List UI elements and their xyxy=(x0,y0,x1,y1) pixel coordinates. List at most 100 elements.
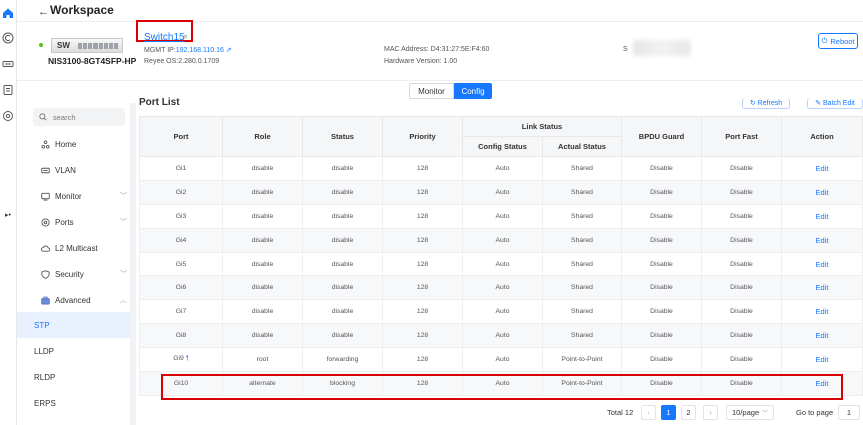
sidebar-item-lldp[interactable]: LLDP xyxy=(17,338,130,364)
tab-config[interactable]: Config xyxy=(454,83,492,99)
cell-status: disable xyxy=(302,275,383,301)
next-page-icon[interactable]: › xyxy=(703,405,718,420)
tab-monitor[interactable]: Monitor xyxy=(409,83,454,99)
mac-address: MAC Address: D4:31:27:5E:F4:60 xyxy=(384,46,490,53)
table-row: Gi5 disable disable 128 Auto Shared Disable Dis… xyxy=(139,251,863,277)
sidebar-item-monitor[interactable]: Monitor ﹀ xyxy=(41,189,127,203)
cell-port-fast: Disable xyxy=(701,203,782,229)
edit-name-icon[interactable]: ⇗ xyxy=(181,33,188,42)
goto-label: Go to page xyxy=(796,408,834,417)
mgmt-ip: MGMT IP:192.168.110.16 ⇗ xyxy=(144,47,232,54)
sidebar-item-ports[interactable]: Ports ﹀ xyxy=(41,215,127,229)
device-name-link[interactable]: Switch15 xyxy=(144,32,185,43)
refresh-button[interactable]: ↻ Refresh xyxy=(742,98,790,109)
search-icon xyxy=(39,113,47,121)
cell-config-status: Auto xyxy=(462,347,543,373)
sidebar-item-l2-multicast[interactable]: L2 Multicast xyxy=(41,241,127,255)
chevron-down-icon: ﹀ xyxy=(761,411,768,417)
cell-bpdu-guard: Disable xyxy=(621,371,702,396)
os-version: Reyee OS:2.280.0.1709 xyxy=(144,58,220,65)
hardware-version: Hardware Version: 1.00 xyxy=(384,58,458,65)
cell-port: Gi8 xyxy=(139,323,223,349)
cell-status: disable xyxy=(302,203,383,229)
page-2-button[interactable]: 2 xyxy=(681,405,696,420)
edit-link[interactable]: Edit xyxy=(781,323,863,349)
device-badge: SW xyxy=(57,41,70,50)
sidebar-item-rldp[interactable]: RLDP xyxy=(17,364,130,390)
refresh-icon: ↻ xyxy=(749,100,758,107)
chevron-up-icon: ︿ xyxy=(120,297,127,304)
sidebar-item-home[interactable]: Home xyxy=(41,137,127,151)
cell-actual-status: Shared xyxy=(542,299,622,325)
cell-role: disable xyxy=(222,251,303,277)
edit-link[interactable]: Edit xyxy=(781,299,863,325)
cell-bpdu-guard: Disable xyxy=(621,156,702,181)
cell-actual-status: Shared xyxy=(542,179,622,205)
cell-priority: 128 xyxy=(382,323,463,349)
batch-edit-button[interactable]: ✎ Batch Edit xyxy=(807,98,863,109)
cell-port: Gi4 xyxy=(139,227,223,253)
device-rail-icon[interactable] xyxy=(1,57,15,71)
cell-bpdu-guard: Disable xyxy=(621,323,702,349)
port-table: Port Role Status Priority Link Status BP… xyxy=(139,116,863,396)
cell-actual-status: Shared xyxy=(542,227,622,253)
page-size-select[interactable]: 10/page ﹀ xyxy=(726,405,774,420)
mgmt-ip-link[interactable]: 192.168.110.16 xyxy=(176,47,224,54)
cell-port-fast: Disable xyxy=(701,227,782,253)
sidebar-item-security[interactable]: Security ﹀ xyxy=(41,267,127,281)
home-rail-icon[interactable] xyxy=(1,6,15,20)
col-header-port-fast: Port Fast xyxy=(701,116,782,157)
cell-priority: 128 xyxy=(382,347,463,373)
edit-link[interactable]: Edit xyxy=(781,156,863,181)
cell-port: Gi7 xyxy=(139,299,223,325)
cell-config-status: Auto xyxy=(462,323,543,349)
cell-port: Gi9 🠕 xyxy=(139,347,223,373)
workspace-header: ← Workspace xyxy=(17,0,863,22)
sidebar-toggle-icon[interactable]: ▸• xyxy=(0,208,16,222)
cell-bpdu-guard: Disable xyxy=(621,227,702,253)
edit-link[interactable]: Edit xyxy=(781,275,863,301)
circle-c-icon[interactable] xyxy=(1,31,15,45)
edit-link[interactable]: Edit xyxy=(781,347,863,373)
cell-priority: 128 xyxy=(382,299,463,325)
vlan-icon xyxy=(41,167,50,173)
sidebar-item-stp[interactable]: STP xyxy=(17,312,130,338)
cell-config-status: Auto xyxy=(462,275,543,301)
port-list-panel: Port List ↻ Refresh ✎ Batch Edit Port Ro… xyxy=(136,97,863,425)
prev-page-icon[interactable]: ‹ xyxy=(641,405,656,420)
edit-link[interactable]: Edit xyxy=(781,203,863,229)
port-list-title: Port List xyxy=(139,97,180,108)
settings-rail-icon[interactable] xyxy=(1,109,15,123)
page-1-button[interactable]: 1 xyxy=(661,405,676,420)
cell-port-fast: Disable xyxy=(701,156,782,181)
table-row: Gi6 disable disable 128 Auto Shared Disable Dis… xyxy=(139,275,863,301)
search-box[interactable] xyxy=(33,108,125,126)
sidebar-item-advanced[interactable]: Advanced ︿ xyxy=(41,293,127,307)
edit-link[interactable]: Edit xyxy=(781,251,863,277)
reboot-button[interactable]: ⏻ Reboot xyxy=(818,33,858,49)
cell-role: disable xyxy=(222,179,303,205)
edit-link[interactable]: Edit xyxy=(781,371,863,396)
cell-status: blocking xyxy=(302,371,383,396)
edit-link[interactable]: Edit xyxy=(781,179,863,205)
cell-priority: 128 xyxy=(382,227,463,253)
edit-link[interactable]: Edit xyxy=(781,227,863,253)
back-arrow-icon[interactable]: ← xyxy=(38,6,49,18)
chevron-down-icon: ﹀ xyxy=(120,271,127,278)
cell-role: root xyxy=(222,347,303,373)
online-status-dot xyxy=(39,43,43,47)
goto-page-input[interactable]: 1 xyxy=(838,405,860,420)
cell-actual-status: Shared xyxy=(542,251,622,277)
cell-actual-status: Shared xyxy=(542,275,622,301)
sidebar-item-erps[interactable]: ERPS xyxy=(17,390,130,416)
sidebar-item-vlan[interactable]: VLAN xyxy=(41,163,127,177)
ports-icon xyxy=(41,217,50,227)
cell-status: disable xyxy=(302,227,383,253)
log-rail-icon[interactable] xyxy=(1,83,15,97)
cell-config-status: Auto xyxy=(462,299,543,325)
col-header-config-status: Config Status xyxy=(462,136,543,157)
search-input[interactable] xyxy=(53,112,113,122)
chevron-down-icon: ﹀ xyxy=(120,193,127,200)
table-row: Gi8 disable disable 128 Auto Shared Disable Dis… xyxy=(139,323,863,349)
cell-priority: 128 xyxy=(382,179,463,205)
